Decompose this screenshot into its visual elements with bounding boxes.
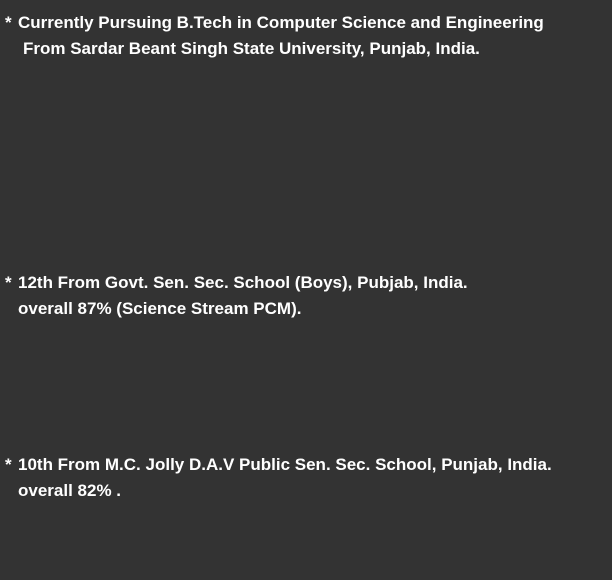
bullet-marker: * <box>5 455 12 474</box>
entry-title: 10th From M.C. Jolly D.A.V Public Sen. S… <box>18 455 552 474</box>
bullet-marker: * <box>5 273 12 292</box>
entry-detail: overall 87% (Science Stream PCM). <box>18 299 302 318</box>
entry-first-line: * 10th From M.C. Jolly D.A.V Public Sen. … <box>0 452 612 478</box>
entry-first-line: * 12th From Govt. Sen. Sec. School (Boys)… <box>0 270 612 296</box>
entry-first-line: * Currently Pursuing B.Tech in Computer S… <box>0 10 612 36</box>
education-entry-btech: * Currently Pursuing B.Tech in Computer S… <box>0 10 612 62</box>
entry-title: Currently Pursuing B.Tech in Computer Sc… <box>18 13 544 32</box>
entry-title: 12th From Govt. Sen. Sec. School (Boys),… <box>18 273 468 292</box>
education-entry-12th: * 12th From Govt. Sen. Sec. School (Boys)… <box>0 270 612 322</box>
entry-detail: From Sardar Beant Singh State University… <box>23 39 480 58</box>
bullet-marker: * <box>5 13 12 32</box>
entry-detail: overall 82% . <box>18 481 122 500</box>
education-entry-10th: * 10th From M.C. Jolly D.A.V Public Sen. … <box>0 452 612 504</box>
